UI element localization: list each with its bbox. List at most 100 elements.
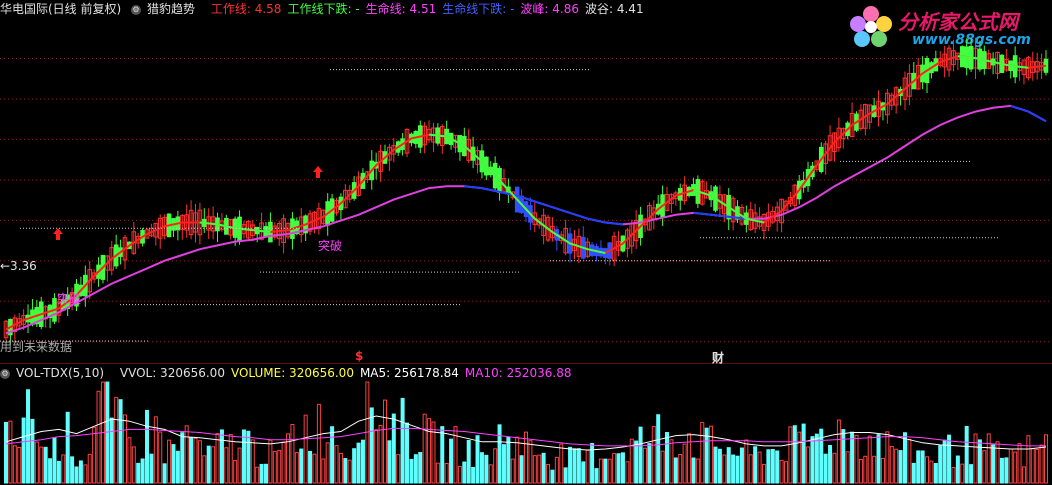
volume-bar [964, 425, 969, 484]
volume-bar [12, 445, 17, 484]
volume-bar [479, 452, 484, 484]
volume-bar [127, 437, 132, 484]
volume-bar [56, 460, 61, 484]
volume-bar [898, 450, 903, 484]
volume-bar [735, 455, 740, 484]
volume-bar [48, 458, 53, 484]
volume-bar [709, 425, 714, 484]
dollar-marker[interactable]: $ [355, 349, 363, 363]
volume-bar [180, 432, 185, 484]
volume-bar [237, 447, 242, 484]
volume-bar [532, 455, 537, 484]
volume-bar [528, 440, 533, 484]
volume-bar [1004, 457, 1009, 484]
volume-bar [153, 416, 158, 484]
volume-bar [784, 461, 788, 484]
volume-bar [810, 436, 815, 484]
volume-bar [189, 436, 194, 484]
volume-indicator-name: VOL-TDX(5,10) [16, 366, 105, 380]
volume-bar [991, 444, 996, 484]
volume-bar [515, 436, 520, 484]
volume-bar [444, 462, 449, 484]
volume-bar [427, 418, 432, 484]
volume-bar [1026, 435, 1031, 484]
volume-bar [576, 448, 581, 484]
volume-bar [682, 443, 687, 484]
volume-bar [634, 440, 639, 484]
volume-bar [422, 413, 427, 484]
volume-bar [449, 438, 454, 484]
volume-bar [347, 459, 352, 484]
volume-bar [748, 454, 753, 484]
volume-bar [581, 461, 586, 484]
volume-bar [122, 414, 127, 484]
volume-bar [158, 431, 163, 484]
volume-bar [197, 440, 202, 484]
volume-chart[interactable] [0, 380, 1052, 485]
volume-bar [506, 436, 511, 484]
volume-bar [475, 435, 480, 484]
volume-bar [356, 442, 361, 484]
volume-bar [167, 439, 172, 484]
volume-bar [982, 450, 987, 484]
volume-settings[interactable]: ⚙ VOL-TDX(5,10) [0, 366, 110, 380]
volume-bar [334, 445, 339, 484]
volume-bar [162, 463, 167, 484]
volume-bar [876, 434, 881, 484]
volume-bar [775, 450, 780, 484]
volume-bar [788, 426, 793, 484]
volume-bar [559, 443, 564, 484]
volume-bar [241, 429, 246, 484]
volume-bar [770, 448, 775, 484]
volume-bar [572, 448, 577, 484]
volume-bar [929, 460, 934, 484]
volume-bar [792, 425, 797, 484]
volume-bar [114, 396, 119, 484]
volume-bar [1008, 448, 1013, 484]
volume-bar [413, 454, 418, 484]
volume-bar [828, 445, 833, 484]
volume-bar [308, 450, 313, 484]
volume-bar [74, 466, 79, 484]
volume-bar [435, 462, 440, 484]
volume-bar [61, 454, 66, 484]
volume-bar [418, 452, 423, 484]
volume-bar [39, 446, 44, 484]
volume-bar [695, 458, 700, 484]
volume-bar [462, 461, 467, 484]
volume-bar [493, 448, 498, 484]
volume-bar [1030, 448, 1035, 484]
volume-bar [845, 451, 850, 484]
volume-bar [832, 452, 837, 484]
volume-bar [171, 444, 176, 484]
volume-bar [801, 423, 806, 484]
price-chart[interactable] [0, 0, 1052, 364]
volume-bar [607, 458, 612, 484]
volume-bar [268, 439, 273, 484]
volume-bar [34, 441, 39, 484]
buy-arrow-1 [53, 228, 63, 240]
volume-bar [193, 437, 198, 484]
volume-bar [973, 433, 978, 484]
volume-bar [26, 389, 31, 484]
volume-bar [343, 458, 348, 484]
volume-bar [722, 454, 727, 484]
volume-bar [21, 417, 26, 484]
volume-bar [656, 414, 661, 484]
volume-bar [678, 454, 683, 484]
volume-bar [131, 446, 136, 484]
volume-bar [665, 432, 670, 484]
finance-marker[interactable]: 财 [712, 349, 724, 366]
volume-bar [409, 458, 414, 484]
volume-bar [484, 454, 489, 484]
gear-icon[interactable]: ⚙ [0, 369, 10, 379]
volume-bar [391, 413, 396, 484]
volume-bar [440, 426, 445, 484]
volume-bar [316, 403, 321, 484]
volume-bar [466, 439, 471, 484]
volume-bar [78, 460, 83, 484]
volume-bar [378, 425, 383, 484]
volume-bar [863, 455, 868, 484]
volume-bar [669, 439, 674, 484]
volume-bar [951, 467, 956, 484]
